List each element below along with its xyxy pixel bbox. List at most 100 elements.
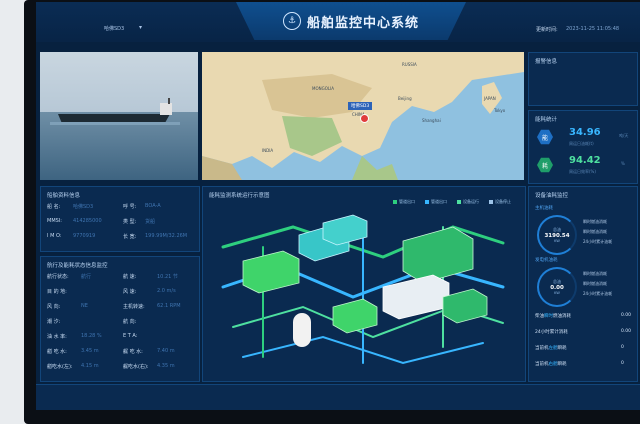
update-time-label: 更新时间: [536, 27, 558, 33]
run-info-key: 油 水 率: [47, 334, 67, 340]
energy-daily-label: 周运日油耗(t) [569, 141, 594, 146]
run-info-key: 艉 吃 水: [123, 349, 143, 355]
ship-info-value: 199.99M/32.26M [145, 233, 188, 239]
main-line-3: 24小时累计油耗 [583, 239, 613, 244]
run-info-key: 航 向: [123, 319, 137, 325]
logo-icon: ⚓ [282, 12, 301, 30]
energy-panel-title: 能耗统计 [535, 117, 558, 123]
ship-info-key: 长 宽: [123, 234, 137, 240]
chevron-down-icon[interactable]: ▾ [139, 24, 142, 31]
run-info-title: 航行及能耗状态信息监控 [47, 263, 108, 269]
run-info-key: E T A: [123, 333, 138, 339]
run-info-key: 艏吃水(左): [47, 364, 73, 370]
energy-efficiency-value: 94.42 [569, 155, 601, 166]
main-gauge-unit: KW [554, 239, 560, 243]
ship-info-key: I M O: [47, 233, 62, 239]
alarm-panel: 报警信息 [528, 52, 638, 106]
run-info-value: 4.35 m [157, 363, 175, 369]
aux-gauge-unit: KW [554, 291, 560, 295]
fuel-summary-post: 累计消耗 [549, 330, 568, 335]
ship-info-value: 哈佛SD3 [73, 204, 94, 210]
fuel-summary-value: 0 [621, 345, 624, 350]
run-info-key: 风 向: [47, 304, 61, 310]
fuel-summary-highlight: 左舱 [548, 346, 558, 351]
ship-bridge [160, 103, 172, 115]
energy-efficiency-unit: % [621, 161, 625, 166]
run-info-value: 7.40 m [157, 348, 175, 354]
run-info-key: 航行状态: [47, 274, 69, 280]
run-info-key: 主机转速: [123, 304, 145, 310]
run-info-key: 航 速: [123, 274, 137, 280]
run-info-value: 10.21 节 [157, 274, 178, 280]
ship-info-value: 414285000 [73, 218, 102, 224]
map-label-tokyo: Tokyo [494, 108, 506, 113]
fuel-summary-pre: 当前机 [535, 362, 549, 367]
run-info-key: 风 速: [123, 289, 137, 295]
ship-info-key: 类 型: [123, 219, 137, 225]
map-label-india: INDIA [262, 148, 274, 153]
ship-map-tag[interactable]: 哈佛SD3 [348, 102, 373, 110]
energy-panel: 能耗统计 能 34.96 周运日油耗(t) 吨/天 耗 94.42 周运日效率(… [528, 110, 638, 184]
ship-info-value: BOA-A [145, 203, 161, 209]
monitor-screen: 哈佛SD3 ▾ ⚓ 船舶监控中心系统 更新时间: 2023-11-25 11:0… [36, 2, 640, 410]
aux-engine-gauge: 总油 0.00 KW [537, 267, 577, 307]
fuel-summary-row: 柴油瞬时燃油消耗 [535, 313, 571, 319]
run-info-key: 目 的 地: [47, 289, 67, 295]
bottom-strip [36, 384, 640, 410]
main-line-2: 瞬时燃油消耗 [583, 229, 607, 234]
map-label-shanghai: Shanghai [422, 118, 441, 123]
fuel-summary-row: 24小时累计消耗 [535, 329, 568, 335]
energy-efficiency-label: 周运日效率(%) [569, 169, 596, 174]
energy-hex-icon: 能 [537, 129, 553, 145]
efficiency-hex-icon: 耗 [537, 157, 553, 173]
run-info-value: 2.0 m/s [157, 288, 176, 294]
run-info-value: NE [81, 303, 88, 309]
fuel-summary-post: 燃油消耗 [553, 314, 571, 319]
main-line-1: 瞬时燃油消耗 [583, 219, 607, 224]
main-engine-gauge: 总油 3190.54 KW [537, 215, 577, 255]
pipe-network-diagram [221, 214, 505, 365]
system-diagram-panel: 能耗监测系统运行示意图 管道出口 管道出口 设备运行 设备停止 [202, 186, 526, 382]
run-info-value: 航行 [81, 274, 92, 280]
title-plate: ⚓ 船舶监控中心系统 [236, 2, 466, 40]
main-engine-label: 主机油耗 [535, 206, 553, 211]
map-label-russia: RUSSIA [402, 62, 417, 67]
ship-info-key: 船 名: [47, 204, 61, 210]
header-bar: 哈佛SD3 ▾ ⚓ 船舶监控中心系统 更新时间: 2023-11-25 11:0… [36, 2, 640, 42]
ship-info-value: 9770919 [73, 233, 96, 239]
ship-location-pin-icon[interactable] [360, 114, 369, 123]
map-label-japan: JAPAN [484, 96, 496, 101]
run-info-value: 3.45 m [81, 348, 99, 354]
fuel-summary-row: 当前机左舱瞬耗 [535, 345, 567, 351]
run-info-key: 艉吃水(右): [123, 364, 149, 370]
run-info-panel: 航行及能耗状态信息监控 航行状态: 航行 航 速: 10.21 节目 的 地: 风 速:… [40, 256, 200, 382]
run-info-value: 62.1 RPM [157, 303, 181, 309]
ship-info-key: 呼 号: [123, 204, 137, 210]
aux-line-2: 瞬时燃油消耗 [583, 281, 607, 286]
fuel-summary-post: 瞬耗 [557, 346, 567, 351]
aux-line-1: 瞬时燃油消耗 [583, 271, 607, 276]
run-info-value: 4.15 m [81, 363, 99, 369]
fuel-summary-row: 当前机右舱瞬耗 [535, 361, 567, 367]
fuel-summary-pre: 柴油 [535, 314, 544, 319]
fuel-summary-value: 0 [621, 361, 624, 366]
fuel-panel-title: 设备油耗监控 [535, 193, 569, 199]
ship-selector[interactable]: 哈佛SD3 [104, 25, 124, 32]
map-label-beijing: Beijing [398, 96, 412, 101]
ship-map[interactable]: RUSSIA MONGOLIA CHINA JAPAN INDIA Beijin… [202, 52, 524, 180]
ship-info-title: 船舶资料信息 [47, 193, 81, 199]
update-time-value: 2023-11-25 11:05:48 [566, 26, 620, 32]
aux-engine-label: 发电机油耗 [535, 258, 558, 263]
ship-hull [58, 114, 170, 122]
fuel-summary-highlight: 瞬时 [544, 314, 553, 319]
energy-daily-value: 34.96 [569, 127, 601, 138]
ship-info-value: 货船 [145, 219, 156, 225]
fuel-summary-value: 0.00 [621, 313, 632, 318]
ship-photo [40, 52, 198, 180]
sky [40, 52, 198, 112]
run-info-key: 潮 汐: [47, 319, 61, 325]
run-info-value: 18.28 % [81, 333, 102, 339]
energy-daily-unit: 吨/天 [619, 133, 629, 138]
aux-line-3: 24小时累计油耗 [583, 291, 613, 296]
alarm-panel-title: 报警信息 [535, 59, 558, 65]
